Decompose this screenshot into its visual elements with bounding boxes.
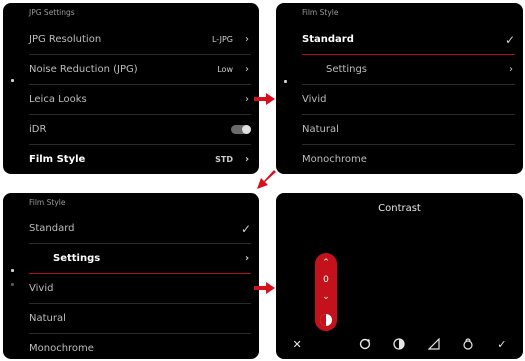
menu-item-value: Low [217,65,233,74]
adjustment-toolbar: ✕ ✓ [276,329,523,359]
sharpness-icon[interactable] [424,334,444,354]
menu-item-leica-looks[interactable]: Leica Looks › [29,85,251,115]
menu-item-natural[interactable]: Natural [29,304,251,334]
menu-item-film-style[interactable]: Film Style STD › [29,145,251,174]
jpg-settings-screen: JPG Settings JPG Resolution L-JPG › Nois… [3,3,259,174]
menu-item-noise-reduction[interactable]: Noise Reduction (JPG) Low › [29,55,251,85]
menu-item-label: iDR [29,124,47,135]
checkmark-icon: ✓ [504,32,515,47]
menu-item-label: Natural [29,313,66,324]
menu-item-settings[interactable]: Settings › [302,55,515,85]
confirm-icon[interactable]: ✓ [492,334,512,354]
menu-item-standard[interactable]: Standard ✓ [302,25,515,55]
menu-item-label: Film Style [29,154,86,165]
filter-icon[interactable] [458,334,478,354]
scroll-indicator [11,79,14,82]
chevron-right-icon: › [244,154,250,165]
menu-item-standard[interactable]: Standard ✓ [29,214,251,244]
tone-icon[interactable] [389,334,409,354]
slider-value: 0 [323,275,329,286]
film-style-screen: Film Style Standard ✓ Settings › Vivid N… [276,3,523,174]
menu-item-label: Monochrome [302,154,367,165]
adjustment-title: Contrast [378,203,421,214]
menu-item-vivid[interactable]: Vivid [302,85,515,115]
chevron-down-icon[interactable]: ⌄ [322,292,330,302]
idr-toggle[interactable] [231,125,251,134]
contrast-knob[interactable] [315,308,337,331]
menu-item-label: Leica Looks [29,94,87,105]
menu-item-vivid[interactable]: Vivid [29,274,251,304]
menu-item-label: Vivid [29,283,54,294]
menu-item-label: JPG Resolution [29,34,102,45]
menu-item-label: Monochrome [29,343,94,354]
menu-header: Film Style [29,198,66,207]
menu-header: JPG Settings [29,8,75,17]
chevron-right-icon: › [509,64,513,75]
close-icon[interactable]: ✕ [287,334,307,354]
contrast-tool-spacer [321,334,341,354]
menu-item-value: L-JPG [211,35,233,44]
scroll-indicator [11,269,14,272]
menu-item-label: Natural [302,124,339,135]
menu-item-idr[interactable]: iDR [29,115,251,145]
film-style-settings-screen: Film Style Standard ✓ Settings › Vivid N… [3,193,259,359]
contrast-adjust-screen: Contrast ⌃ 0 ⌄ ✕ ✓ [276,193,523,359]
chevron-up-icon[interactable]: ⌃ [322,259,330,268]
menu-item-jpg-resolution[interactable]: JPG Resolution L-JPG › [29,25,251,55]
menu-item-natural[interactable]: Natural [302,115,515,145]
menu-item-label: Settings [53,253,101,264]
menu-item-label: Noise Reduction (JPG) [29,64,138,75]
scroll-indicator [11,283,14,286]
contrast-icon [320,313,332,326]
arrow-right-icon [254,281,276,295]
menu-item-label: Vivid [302,94,327,105]
chevron-right-icon: › [245,34,249,45]
menu-item-value: STD [215,155,233,164]
arrow-right-icon [254,92,276,106]
arrow-down-left-icon [256,170,278,190]
chevron-right-icon: › [245,64,249,75]
saturation-icon[interactable] [355,334,375,354]
menu-item-monochrome[interactable]: Monochrome [29,334,251,359]
scroll-indicator [284,80,287,83]
menu-item-label: Settings [326,64,368,75]
contrast-slider[interactable]: ⌃ 0 ⌄ [315,253,337,331]
chevron-right-icon: › [244,253,250,264]
menu-item-settings[interactable]: Settings › [29,244,251,274]
menu-header: Film Style [302,8,339,17]
menu-item-label: Standard [302,34,354,45]
chevron-right-icon: › [245,94,249,105]
menu-item-monochrome[interactable]: Monochrome [302,145,515,174]
menu-item-label: Standard [29,223,75,234]
checkmark-icon: ✓ [240,221,251,236]
